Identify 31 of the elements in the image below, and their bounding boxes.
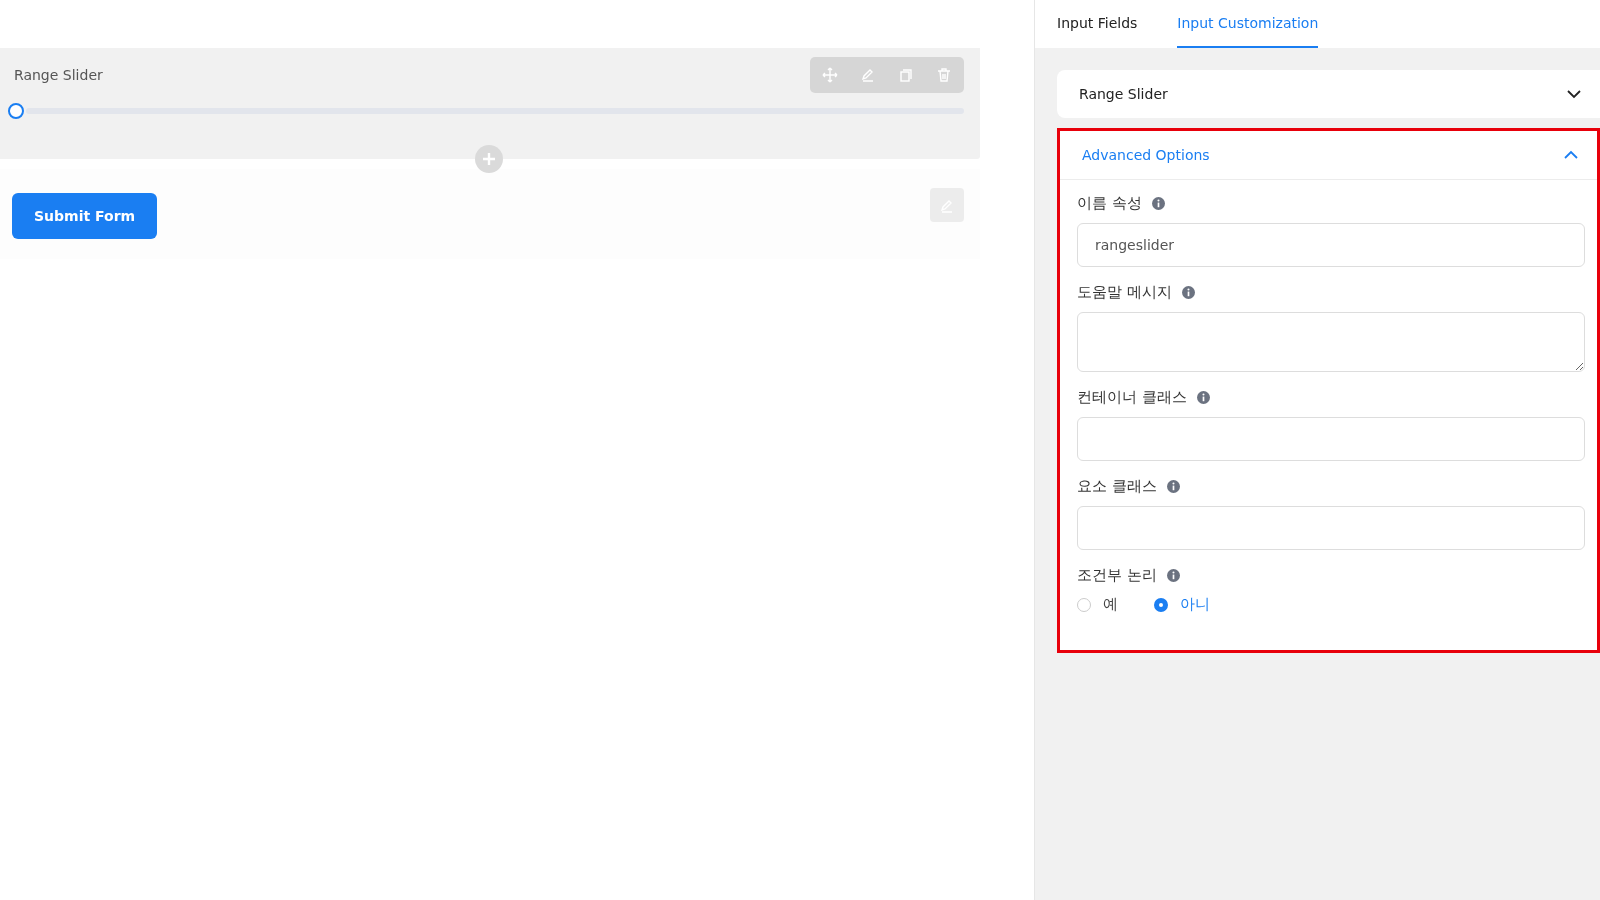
edit-icon[interactable] (860, 67, 876, 83)
copy-icon[interactable] (898, 67, 914, 83)
tab[interactable]: Input Customization (1177, 0, 1319, 48)
accordion-title[interactable]: Range Slider (1079, 86, 1168, 102)
info-icon[interactable] (1181, 286, 1195, 299)
field-label: Range Slider (14, 67, 103, 83)
info-icon[interactable] (1151, 197, 1165, 210)
move-icon[interactable] (822, 67, 838, 83)
add-field-icon[interactable] (475, 145, 503, 173)
radio-label[interactable]: 예 (1103, 595, 1118, 614)
delete-icon[interactable] (936, 67, 952, 83)
text-field[interactable]: rangeslider (1077, 223, 1585, 267)
info-icon[interactable] (1166, 480, 1180, 493)
field-label: 조건부 논리 (1077, 566, 1157, 585)
slider-thumb[interactable] (8, 103, 24, 119)
text-field[interactable] (1077, 506, 1585, 550)
field-label: 요소 클래스 (1077, 477, 1157, 496)
submit-button[interactable]: Submit Form (12, 193, 158, 239)
field-label: 도움말 메시지 (1077, 283, 1172, 302)
radio-button[interactable] (1154, 597, 1168, 612)
accordion-title[interactable]: Advanced Options (1082, 147, 1210, 163)
text-field[interactable] (1077, 417, 1585, 461)
field-label: 컨테이너 클래스 (1077, 388, 1187, 407)
radio-label[interactable]: 아니 (1180, 595, 1210, 614)
info-icon[interactable] (1196, 391, 1210, 404)
textarea-field[interactable] (1077, 312, 1585, 372)
tab[interactable]: Input Fields (1057, 0, 1138, 48)
field-label: 이름 속성 (1077, 194, 1142, 213)
info-icon[interactable] (1166, 569, 1180, 582)
chevron-down-icon[interactable] (1566, 89, 1582, 99)
chevron-up-icon[interactable] (1563, 150, 1579, 160)
